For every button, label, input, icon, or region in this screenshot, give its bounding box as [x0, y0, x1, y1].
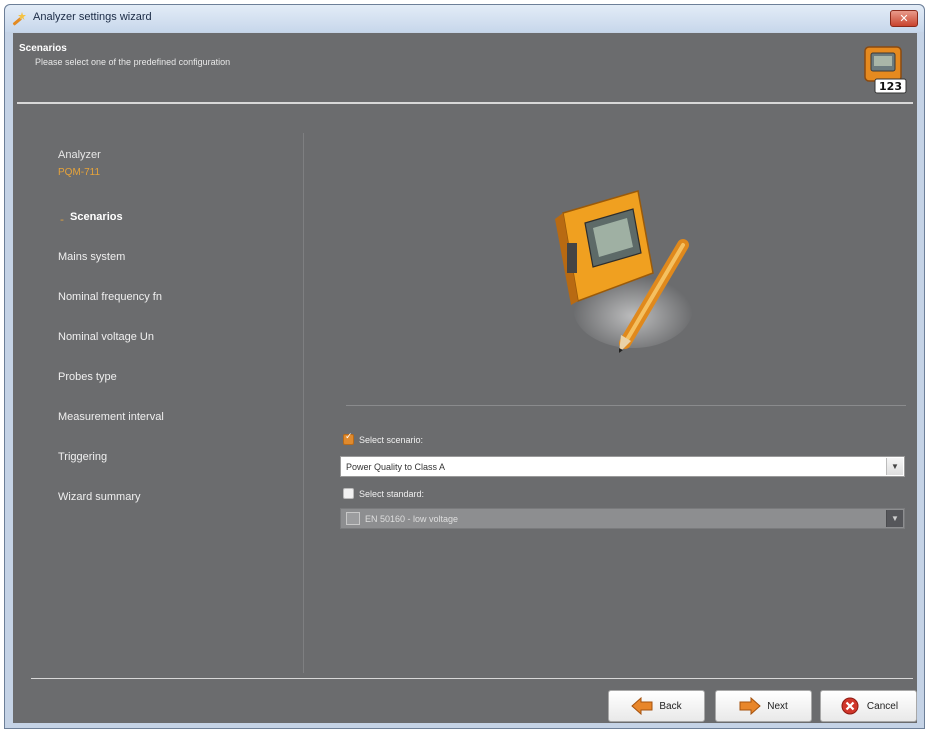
- standard-select[interactable]: EN 50160 - low voltage ▼: [340, 508, 905, 529]
- standard-dropdown-button[interactable]: ▼: [886, 510, 903, 527]
- section-divider: [346, 405, 906, 406]
- chevron-down-icon: ▼: [891, 514, 899, 523]
- scenario-select-value: Power Quality to Class A: [346, 462, 446, 472]
- chevron-down-icon: ▼: [891, 462, 899, 471]
- nav-item-measurement-interval[interactable]: Measurement interval: [58, 411, 164, 423]
- next-arrow-icon: [739, 697, 761, 715]
- back-button[interactable]: Back: [608, 690, 705, 722]
- analyzer-step-icon: 123: [864, 46, 907, 94]
- wizard-content: Scenarios Please select one of the prede…: [13, 33, 917, 723]
- wizard-window: Analyzer settings wizard ✕ Scenarios Ple…: [4, 4, 925, 729]
- page-title: Scenarios: [19, 43, 67, 54]
- standard-select-value: EN 50160 - low voltage: [365, 514, 459, 524]
- active-step-bullet: -: [60, 213, 64, 226]
- select-scenario-checkbox[interactable]: [343, 432, 354, 445]
- cancel-button[interactable]: Cancel: [820, 690, 917, 722]
- scenario-select[interactable]: Power Quality to Class A ▼: [340, 456, 905, 477]
- nav-item-scenarios[interactable]: Scenarios: [70, 211, 123, 223]
- nav-divider: [303, 133, 304, 673]
- nav-item-nominal-frequency[interactable]: Nominal frequency fn: [58, 291, 162, 303]
- scenario-dropdown-button[interactable]: ▼: [886, 458, 903, 475]
- select-standard-label: Select standard:: [359, 489, 425, 499]
- footer-divider: [31, 678, 913, 679]
- window-title: Analyzer settings wizard: [33, 11, 152, 23]
- close-button[interactable]: ✕: [890, 10, 918, 27]
- page-subtitle: Please select one of the predefined conf…: [35, 57, 231, 67]
- nav-item-triggering[interactable]: Triggering: [58, 451, 107, 463]
- standard-doc-icon: [346, 512, 360, 525]
- select-standard-checkbox[interactable]: [343, 488, 354, 499]
- step-badge: 123: [879, 80, 902, 93]
- analyzer-label: Analyzer: [58, 149, 101, 161]
- nav-item-wizard-summary[interactable]: Wizard summary: [58, 491, 141, 503]
- wizard-steps-nav: Analyzer PQM-711 - Scenarios Mains syste…: [13, 133, 305, 673]
- analyzer-with-pen-icon: [555, 190, 693, 353]
- wizard-wand-icon: [12, 12, 26, 26]
- next-button[interactable]: Next: [715, 690, 812, 722]
- nav-item-mains-system[interactable]: Mains system: [58, 251, 125, 263]
- title-bar[interactable]: Analyzer settings wizard ✕: [5, 5, 924, 32]
- select-scenario-label: Select scenario:: [359, 435, 424, 445]
- nav-item-probes-type[interactable]: Probes type: [58, 371, 117, 383]
- back-button-label: Back: [659, 700, 682, 712]
- header-divider: [17, 102, 913, 104]
- close-icon: ✕: [899, 12, 909, 25]
- cancel-button-label: Cancel: [866, 700, 899, 712]
- back-arrow-icon: [631, 697, 653, 715]
- next-button-label: Next: [767, 700, 788, 712]
- analyzer-model: PQM-711: [58, 167, 101, 178]
- nav-item-nominal-voltage[interactable]: Nominal voltage Un: [58, 331, 154, 343]
- cancel-icon: [841, 697, 859, 715]
